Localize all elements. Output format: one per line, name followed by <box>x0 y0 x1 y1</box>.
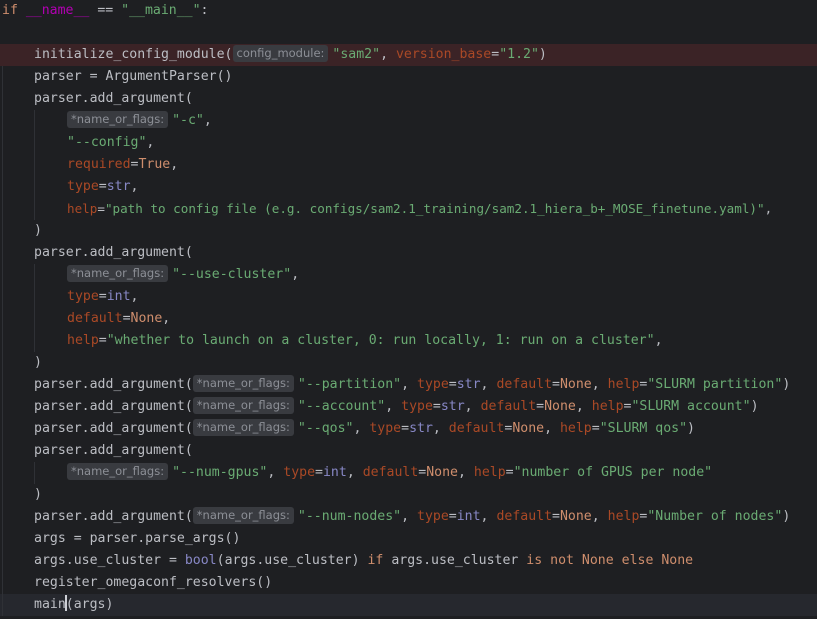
code-line[interactable]: type=str, <box>0 176 817 198</box>
inlay-hint: *name_or_flags: <box>67 265 169 282</box>
code-line[interactable]: parser = ArgumentParser() <box>0 66 817 88</box>
code-text: parser = ArgumentParser() <box>34 69 233 84</box>
code-editor[interactable]: if __name__ == "__main__": initialize_co… <box>0 0 817 619</box>
code-line[interactable]: "--config", <box>0 132 817 154</box>
code-line[interactable]: help="whether to launch on a cluster, 0:… <box>0 330 817 352</box>
code-line[interactable]: *name_or_flags: "--num-gpus", type=int, d… <box>0 462 817 484</box>
inlay-hint: *name_or_flags: <box>67 111 169 128</box>
code-text: parser.add_argument(*name_or_flags: "--nu… <box>34 507 791 524</box>
code-text: default=None, <box>67 311 171 326</box>
inlay-hint: *name_or_flags: <box>192 419 294 436</box>
code-line[interactable]: parser.add_argument(*name_or_flags: "--qo… <box>0 418 817 440</box>
code-text: type=int, <box>67 289 139 304</box>
code-line[interactable]: args = parser.parse_args() <box>0 528 817 550</box>
code-line[interactable]: *name_or_flags: "--use-cluster", <box>0 264 817 286</box>
code-text: args = parser.parse_args() <box>34 531 241 546</box>
code-line[interactable]: parser.add_argument(*name_or_flags: "--nu… <box>0 506 817 528</box>
code-text: ) <box>34 223 42 238</box>
code-line[interactable]: register_omegaconf_resolvers() <box>0 572 817 594</box>
code-line[interactable]: ) <box>0 220 817 242</box>
code-line[interactable]: parser.add_argument( <box>0 88 817 110</box>
code-line[interactable]: ) <box>0 352 817 374</box>
code-text: *name_or_flags: "--use-cluster", <box>67 264 299 286</box>
code-line[interactable]: args.use_cluster = bool(args.use_cluster… <box>0 550 817 572</box>
code-line[interactable]: help="path to config file (e.g. configs/… <box>0 198 817 220</box>
code-text: help="path to config file (e.g. configs/… <box>67 201 773 216</box>
code-text: ) <box>34 487 42 502</box>
code-text: if __name__ == "__main__": <box>2 3 209 18</box>
code-line-current[interactable]: main(args) <box>0 594 817 616</box>
code-text: help="whether to launch on a cluster, 0:… <box>67 333 663 348</box>
code-text: initialize_config_module(config_module: "… <box>34 45 547 62</box>
code-line[interactable]: if __name__ == "__main__": <box>0 0 817 22</box>
code-line[interactable]: default=None, <box>0 308 817 330</box>
code-text: main(args) <box>34 595 114 612</box>
code-line[interactable]: parser.add_argument(*name_or_flags: "--ac… <box>0 396 817 418</box>
inlay-hint: config_module: <box>232 45 329 62</box>
inlay-hint: *name_or_flags: <box>192 375 294 392</box>
inlay-hint: *name_or_flags: <box>67 463 169 480</box>
inlay-hint: *name_or_flags: <box>192 397 294 414</box>
code-text: ) <box>34 355 42 370</box>
code-text: parser.add_argument( <box>34 443 193 458</box>
code-text: register_omegaconf_resolvers() <box>34 575 273 590</box>
code-text: parser.add_argument(*name_or_flags: "--ac… <box>34 397 759 414</box>
code-text: args.use_cluster = bool(args.use_cluster… <box>34 553 694 568</box>
code-line[interactable]: required=True, <box>0 154 817 176</box>
inlay-hint: *name_or_flags: <box>192 507 294 524</box>
code-line[interactable]: ) <box>0 484 817 506</box>
code-text: type=str, <box>67 179 139 194</box>
code-line[interactable]: parser.add_argument(*name_or_flags: "--pa… <box>0 374 817 396</box>
code-text: *name_or_flags: "--num-gpus", type=int, d… <box>67 462 712 484</box>
code-line[interactable]: *name_or_flags: "-c", <box>0 110 817 132</box>
code-line[interactable]: type=int, <box>0 286 817 308</box>
code-text: parser.add_argument( <box>34 245 193 260</box>
code-text: required=True, <box>67 157 179 172</box>
code-line-breakpoint[interactable]: initialize_config_module(config_module: "… <box>0 44 817 66</box>
code-text: parser.add_argument( <box>34 91 193 106</box>
code-text: parser.add_argument(*name_or_flags: "--pa… <box>34 375 791 392</box>
code-line[interactable]: parser.add_argument( <box>0 440 817 462</box>
code-text: parser.add_argument(*name_or_flags: "--qo… <box>34 419 695 436</box>
code-line[interactable]: parser.add_argument( <box>0 242 817 264</box>
code-text: *name_or_flags: "-c", <box>67 110 212 132</box>
code-text: "--config", <box>67 135 155 150</box>
